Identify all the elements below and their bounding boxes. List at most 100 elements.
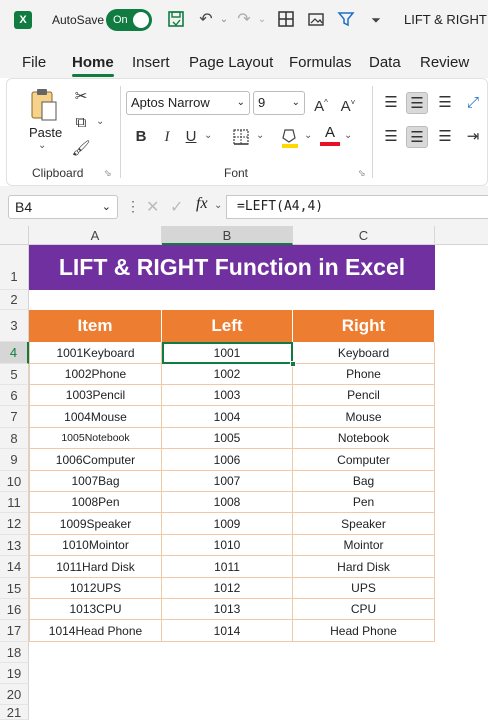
underline-button[interactable]: U: [180, 126, 202, 148]
column-header-c[interactable]: C: [293, 226, 435, 245]
borders-dropdown-icon[interactable]: ⌄: [256, 130, 264, 141]
row-header[interactable]: 5: [0, 364, 29, 385]
autosave-toggle[interactable]: On: [106, 9, 152, 31]
item-cell[interactable]: 1014Head Phone: [29, 620, 162, 642]
row-header[interactable]: 12: [0, 513, 29, 535]
right-cell[interactable]: Keyboard: [293, 342, 435, 364]
item-cell[interactable]: 1012UPS: [29, 578, 162, 599]
align-bottom-icon[interactable]: ☰: [434, 92, 456, 114]
indent-icon[interactable]: ⇥: [462, 126, 484, 148]
item-cell[interactable]: 1002Phone: [29, 364, 162, 385]
column-header-a[interactable]: A: [29, 226, 162, 245]
item-cell[interactable]: 1013CPU: [29, 599, 162, 620]
item-cell[interactable]: 1008Pen: [29, 492, 162, 513]
left-cell[interactable]: 1004: [162, 406, 293, 428]
orientation-icon[interactable]: ⤢: [462, 92, 484, 114]
align-right-icon[interactable]: ☰: [434, 126, 456, 148]
row-header[interactable]: 17: [0, 620, 29, 642]
column-header-b[interactable]: B: [162, 226, 293, 245]
right-cell[interactable]: Mointor: [293, 535, 435, 556]
row-header[interactable]: 9: [0, 449, 29, 471]
item-cell[interactable]: 1001Keyboard: [29, 342, 162, 364]
format-painter-icon[interactable]: 🖌: [70, 138, 92, 160]
tab-review[interactable]: Review: [420, 54, 469, 71]
row-header[interactable]: 6: [0, 385, 29, 406]
row-header[interactable]: 19: [0, 663, 29, 684]
item-cell[interactable]: 1011Hard Disk: [29, 556, 162, 578]
left-cell[interactable]: 1001: [162, 342, 293, 364]
fill-color-dropdown-icon[interactable]: ⌄: [304, 130, 312, 141]
left-cell[interactable]: 1009: [162, 513, 293, 535]
right-cell[interactable]: Pen: [293, 492, 435, 513]
left-cell[interactable]: 1012: [162, 578, 293, 599]
undo-icon[interactable]: ↶: [196, 10, 216, 30]
bold-button[interactable]: B: [130, 126, 152, 148]
row-header[interactable]: 13: [0, 535, 29, 556]
tab-formulas[interactable]: Formulas: [289, 54, 352, 71]
right-cell[interactable]: CPU: [293, 599, 435, 620]
row-header[interactable]: 3: [0, 310, 29, 342]
fx-dropdown-icon[interactable]: ⌄: [214, 200, 222, 211]
item-cell[interactable]: 1009Speaker: [29, 513, 162, 535]
item-cell[interactable]: 1005Notebook: [29, 428, 162, 449]
fill-handle[interactable]: [290, 361, 296, 367]
left-cell[interactable]: 1005: [162, 428, 293, 449]
left-cell[interactable]: 1008: [162, 492, 293, 513]
align-center-icon[interactable]: ☰: [406, 126, 428, 148]
item-cell[interactable]: 1007Bag: [29, 471, 162, 492]
font-color-icon[interactable]: A: [320, 124, 340, 148]
tab-data[interactable]: Data: [369, 54, 401, 71]
insert-function-icon[interactable]: fx: [196, 195, 208, 213]
row-header[interactable]: 7: [0, 406, 29, 428]
item-cell[interactable]: 1004Mouse: [29, 406, 162, 428]
row-header[interactable]: 1: [0, 245, 29, 290]
undo-dropdown-icon[interactable]: ⌄: [214, 10, 234, 30]
right-cell[interactable]: Speaker: [293, 513, 435, 535]
item-cell[interactable]: 1003Pencil: [29, 385, 162, 406]
select-all-corner[interactable]: [0, 226, 29, 245]
right-cell[interactable]: Head Phone: [293, 620, 435, 642]
picture-icon[interactable]: [306, 10, 326, 30]
copy-icon[interactable]: ⧉: [70, 112, 92, 134]
row-header[interactable]: 8: [0, 428, 29, 449]
row-header[interactable]: 2: [0, 290, 29, 310]
tab-page-layout[interactable]: Page Layout: [189, 54, 273, 71]
redo-icon[interactable]: ↷: [234, 10, 254, 30]
left-cell[interactable]: 1006: [162, 449, 293, 471]
name-box[interactable]: B4 ⌄: [8, 195, 118, 219]
left-cell[interactable]: 1007: [162, 471, 293, 492]
align-middle-icon[interactable]: ☰: [406, 92, 428, 114]
customize-icon[interactable]: ⏷: [366, 10, 386, 30]
tab-file[interactable]: File: [22, 54, 46, 71]
more-options-icon[interactable]: ⋮: [126, 198, 140, 215]
borders-icon[interactable]: [232, 128, 250, 146]
row-header[interactable]: 11: [0, 492, 29, 513]
row-header[interactable]: 14: [0, 556, 29, 578]
copy-dropdown-icon[interactable]: ⌄: [96, 116, 104, 127]
right-cell[interactable]: Bag: [293, 471, 435, 492]
right-cell[interactable]: Computer: [293, 449, 435, 471]
paste-button[interactable]: Paste: [29, 125, 62, 140]
left-cell[interactable]: 1014: [162, 620, 293, 642]
redo-dropdown-icon[interactable]: ⌄: [252, 10, 272, 30]
decrease-font-icon[interactable]: A˅: [337, 92, 359, 115]
row-header[interactable]: 21: [0, 705, 29, 720]
row-header[interactable]: 20: [0, 684, 29, 705]
underline-dropdown-icon[interactable]: ⌄: [204, 130, 212, 141]
fill-color-icon[interactable]: [280, 126, 300, 148]
item-cell[interactable]: 1010Mointor: [29, 535, 162, 556]
right-cell[interactable]: UPS: [293, 578, 435, 599]
increase-font-icon[interactable]: A^: [310, 92, 332, 115]
font-launcher-icon[interactable]: ⬂: [358, 168, 366, 179]
italic-button[interactable]: I: [156, 126, 178, 148]
paste-dropdown-icon[interactable]: ⌄: [38, 140, 46, 151]
align-top-icon[interactable]: ☰: [380, 92, 402, 114]
clipboard-launcher-icon[interactable]: ⬂: [104, 168, 112, 179]
save-icon[interactable]: [166, 10, 186, 30]
row-header[interactable]: 10: [0, 471, 29, 492]
row-header[interactable]: 4: [0, 342, 29, 364]
font-name-select[interactable]: Aptos Narrow ⌄: [126, 91, 250, 115]
font-color-dropdown-icon[interactable]: ⌄: [344, 130, 352, 141]
row-header[interactable]: 15: [0, 578, 29, 599]
right-cell[interactable]: Phone: [293, 364, 435, 385]
